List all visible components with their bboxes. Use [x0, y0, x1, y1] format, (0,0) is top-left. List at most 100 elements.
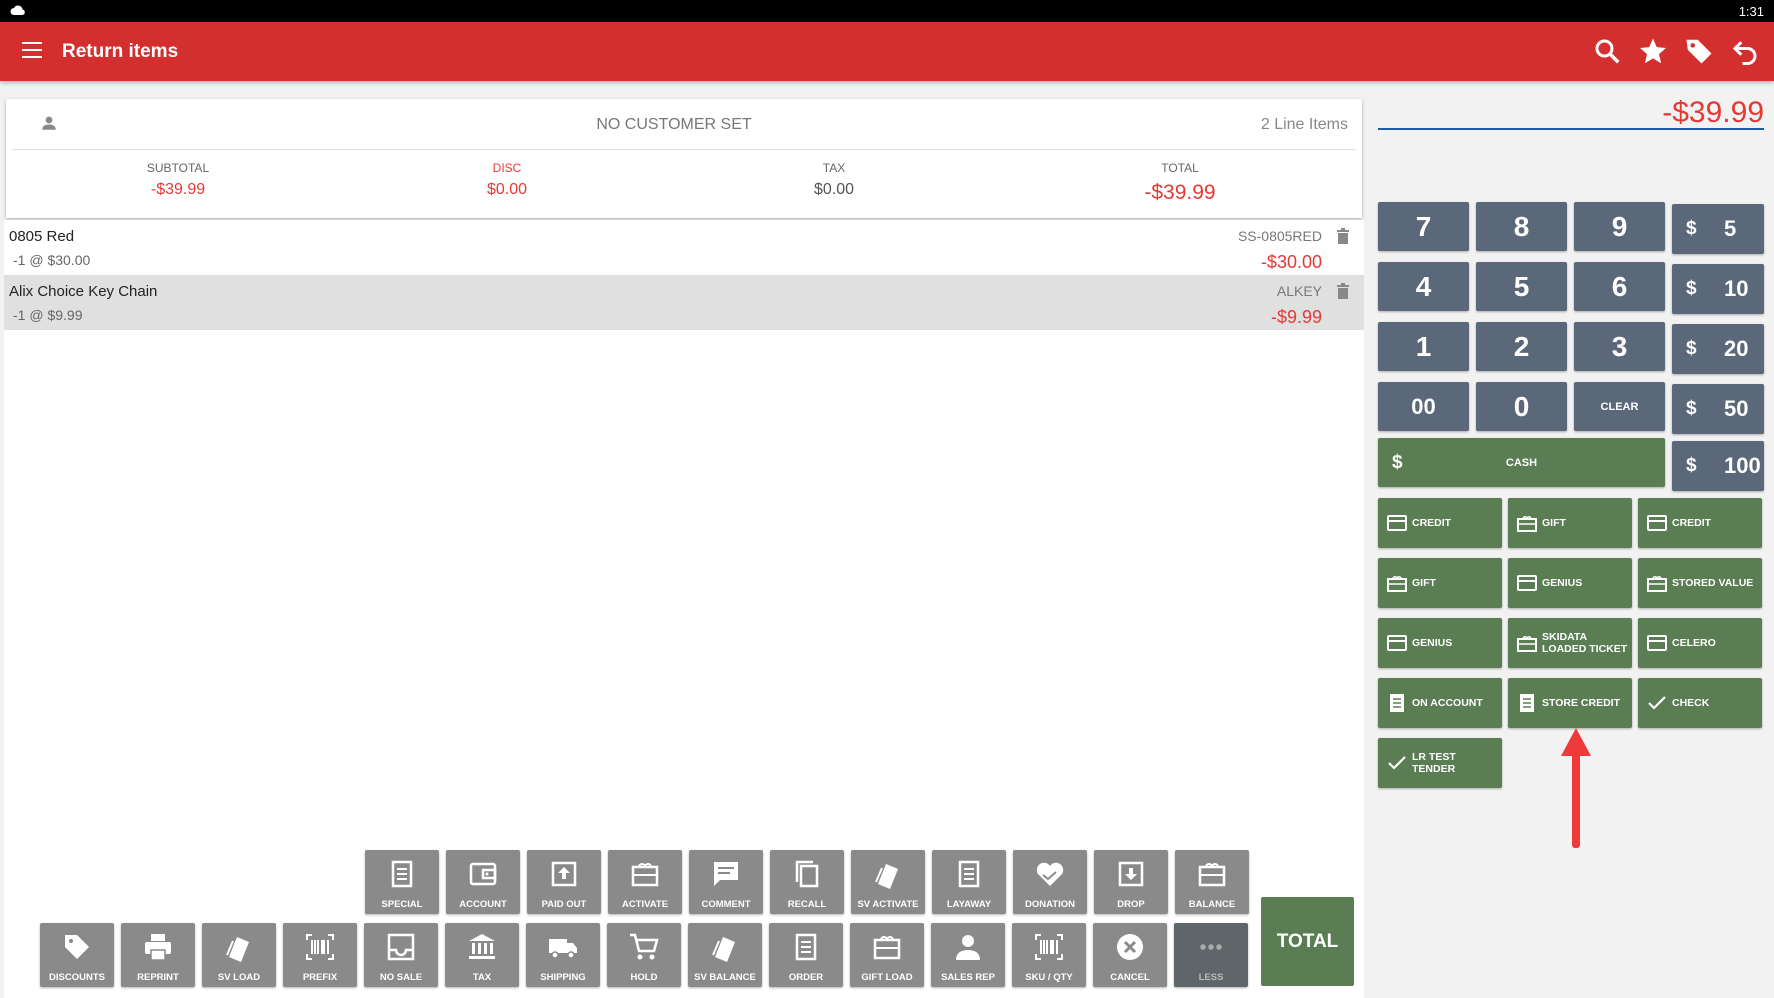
document-icon [1520, 694, 1534, 712]
search-icon[interactable] [1592, 36, 1622, 71]
tender-store-credit[interactable]: STORE CREDIT [1508, 678, 1632, 728]
dollar-sign: $ [1686, 455, 1697, 476]
key-3[interactable]: 3 [1574, 322, 1665, 371]
trash-icon[interactable] [1336, 283, 1350, 304]
key-00[interactable]: 00 [1378, 382, 1469, 431]
undo-icon[interactable] [1730, 36, 1760, 71]
shipping-button[interactable]: SHIPPING [526, 923, 600, 987]
prefix-button[interactable]: PREFIX [283, 923, 357, 987]
key-7[interactable]: 7 [1378, 202, 1469, 251]
total-button[interactable]: TOTAL [1261, 897, 1354, 986]
donation-button[interactable]: DONATION [1013, 850, 1087, 914]
tender-genius[interactable]: GENIUS [1508, 558, 1632, 608]
tag-icon[interactable] [1684, 36, 1714, 71]
sv-balance-button[interactable]: SV BALANCE [688, 923, 762, 987]
star-icon[interactable] [1638, 36, 1668, 71]
tender-label: CHECK [1672, 697, 1710, 709]
button-label: ACTIVATE [621, 899, 669, 910]
tender-label: GENIUS [1412, 637, 1453, 649]
cash-button[interactable]: $ CASH [1378, 438, 1665, 487]
no-sale-button[interactable]: NO SALE [364, 923, 438, 987]
gift-load-button[interactable]: GIFT LOAD [850, 923, 924, 987]
button-label: LESS [1198, 972, 1224, 983]
key-4[interactable]: 4 [1378, 262, 1469, 311]
tax-group: TAX $0.00 [714, 161, 954, 199]
denom-100-button[interactable]: $ 100 [1672, 441, 1764, 491]
barcode-icon [306, 934, 334, 960]
key-6[interactable]: 6 [1574, 262, 1665, 311]
line-items-count: 2 Line Items [1260, 116, 1348, 133]
app-bar: Return items [0, 22, 1774, 81]
special-button[interactable]: SPECIAL [365, 850, 439, 914]
menu-icon[interactable] [22, 42, 42, 60]
tender-gift-2[interactable]: GIFT [1378, 558, 1502, 608]
order-summary: NO CUSTOMER SET 2 Line Items SUBTOTAL -$… [6, 99, 1362, 218]
subtotal-group: SUBTOTAL -$39.99 [58, 161, 298, 199]
credit-card-icon [1387, 635, 1407, 651]
denom-5-button[interactable]: $ 5 [1672, 204, 1764, 254]
key-2[interactable]: 2 [1476, 322, 1567, 371]
button-label: PAID OUT [541, 899, 587, 910]
bank-icon [469, 934, 495, 959]
order-button[interactable]: ORDER [769, 923, 843, 987]
tender-gift[interactable]: GIFT [1508, 498, 1632, 548]
key-8[interactable]: 8 [1476, 202, 1567, 251]
sku-qty-button[interactable]: SKU / QTY [1012, 923, 1086, 987]
wallet-icon [469, 862, 497, 886]
line-item[interactable]: 0805 Red -1 @ $30.00 SS-0805RED -$30.00 [4, 220, 1364, 275]
tender-credit-2[interactable]: CREDIT [1638, 498, 1762, 548]
tender-lr-test[interactable]: LR TEST TENDER [1378, 738, 1502, 788]
cash-label: CASH [1505, 456, 1538, 469]
sales-rep-button[interactable]: SALES REP [931, 923, 1005, 987]
status-bar: 1:31 [0, 0, 1774, 22]
tender-label: GENIUS [1542, 577, 1583, 589]
key-9[interactable]: 9 [1574, 202, 1665, 251]
copy-icon [795, 860, 819, 888]
denom-value: 5 [1724, 216, 1737, 241]
sv-activate-button[interactable]: SV ACTIVATE [851, 850, 925, 914]
tender-skidata[interactable]: SKIDATA LOADED TICKET [1508, 618, 1632, 668]
tender-stored-value[interactable]: STORED VALUE [1638, 558, 1762, 608]
button-label: REPRINT [137, 972, 179, 983]
denom-10-button[interactable]: $ 10 [1672, 264, 1764, 314]
tender-credit[interactable]: CREDIT [1378, 498, 1502, 548]
cancel-button[interactable]: CANCEL [1093, 923, 1167, 987]
gift-card-icon [1517, 516, 1537, 532]
reprint-button[interactable]: REPRINT [121, 923, 195, 987]
discounts-button[interactable]: DISCOUNTS [40, 923, 114, 987]
trash-icon[interactable] [1336, 228, 1350, 249]
button-label: SV BALANCE [694, 972, 756, 983]
hold-button[interactable]: HOLD [607, 923, 681, 987]
denom-20-button[interactable]: $ 20 [1672, 324, 1764, 374]
key-5[interactable]: 5 [1476, 262, 1567, 311]
tender-check[interactable]: CHECK [1638, 678, 1762, 728]
account-button[interactable]: ACCOUNT [446, 850, 520, 914]
key-1[interactable]: 1 [1378, 322, 1469, 371]
gift-card-icon [1387, 576, 1407, 592]
tender-label: GIFT [1542, 517, 1566, 529]
cards-icon [226, 937, 249, 962]
balance-button[interactable]: BALANCE [1175, 850, 1249, 914]
layaway-button[interactable]: LAYAWAY [932, 850, 1006, 914]
clear-button[interactable]: CLEAR [1574, 382, 1665, 431]
tender-on-account[interactable]: ON ACCOUNT [1378, 678, 1502, 728]
recall-button[interactable]: RECALL [770, 850, 844, 914]
less-button[interactable]: LESS [1174, 923, 1248, 987]
key-0[interactable]: 0 [1476, 382, 1567, 431]
amount-display[interactable]: -$39.99 [1378, 96, 1764, 130]
line-item[interactable]: Alix Choice Key Chain -1 @ $9.99 ALKEY -… [4, 275, 1364, 330]
clock: 1:31 [1738, 4, 1764, 19]
comment-button[interactable]: COMMENT [689, 850, 763, 914]
drop-button[interactable]: DROP [1094, 850, 1168, 914]
activate-button[interactable]: ACTIVATE [608, 850, 682, 914]
tender-genius-2[interactable]: GENIUS [1378, 618, 1502, 668]
tender-celero[interactable]: CELERO [1638, 618, 1762, 668]
cloud-icon [10, 4, 26, 19]
document-icon [1390, 694, 1404, 712]
paid-out-button[interactable]: PAID OUT [527, 850, 601, 914]
barcode-icon [1035, 934, 1063, 960]
sv-load-button[interactable]: SV LOAD [202, 923, 276, 987]
tax-button[interactable]: TAX [445, 923, 519, 987]
customer-label[interactable]: NO CUSTOMER SET [6, 116, 1342, 134]
denom-50-button[interactable]: $ 50 [1672, 384, 1764, 434]
